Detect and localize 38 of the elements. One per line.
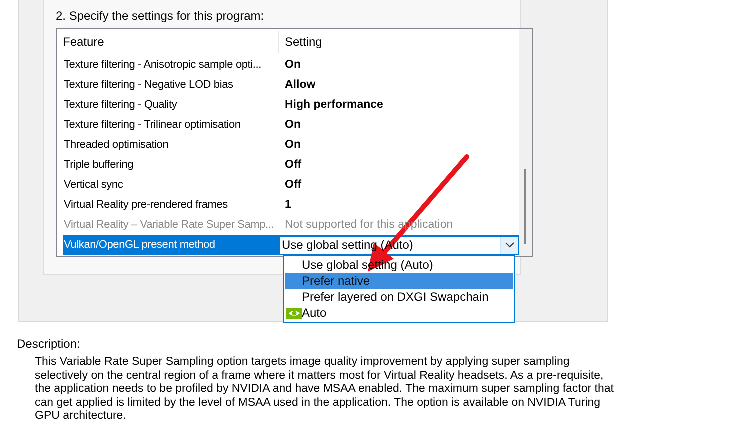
feature-name: Threaded optimisation: [63, 139, 170, 151]
feature-name: Vertical sync: [63, 179, 124, 191]
setting-row[interactable]: Vertical sync Off: [57, 175, 519, 195]
feature-name: Virtual Reality – Variable Rate Super Samp...: [63, 219, 276, 231]
feature-name: Texture filtering - Trilinear optimisation: [63, 119, 242, 131]
dropdown-button[interactable]: [500, 236, 518, 254]
setting-row[interactable]: Texture filtering - Negative LOD bias Allow: [57, 75, 519, 95]
feature-name: Vulkan/OpenGL present method: [63, 239, 216, 251]
setting-row[interactable]: Texture filtering - Trilinear optimisation On: [57, 115, 519, 135]
setting-value: High performance: [285, 99, 384, 111]
feature-name: Virtual Reality pre-rendered frames: [63, 199, 229, 211]
chevron-down-icon: [504, 242, 514, 248]
scrollbar[interactable]: [519, 29, 532, 256]
logo-icon: [286, 308, 302, 319]
setting-value: Allow: [285, 79, 316, 91]
setting-row[interactable]: Triple buffering Off: [57, 155, 519, 175]
dropdown-option[interactable]: Prefer native: [285, 273, 513, 289]
feature-name: Texture filtering - Quality: [63, 99, 178, 111]
setting-row[interactable]: Threaded optimisation On: [57, 135, 519, 155]
instruction-label: 2. Specify the settings for this program:: [56, 8, 266, 25]
description-label: Description:: [17, 337, 82, 351]
setting-value: Off: [285, 179, 302, 191]
feature-name: Texture filtering - Anisotropic sample opti...: [63, 59, 262, 71]
dropdown-option[interactable]: Prefer layered on DXGI Swapchain: [285, 289, 513, 305]
setting-row[interactable]: Texture filtering - Quality High performance: [57, 95, 519, 115]
setting-row[interactable]: Texture filtering - Anisotropic sample opti... On: [57, 55, 519, 75]
setting-value: On: [285, 139, 301, 151]
feature-name: Triple buffering: [63, 159, 135, 171]
setting-row[interactable]: Virtual Reality pre-rendered frames 1: [57, 195, 519, 215]
setting-value: On: [285, 119, 301, 131]
feature-name: Texture filtering - Negative LOD bias: [63, 79, 234, 91]
description-text: This Variable Rate Super Sampling option targets image quality improvement by applying super sampling selectively on the central region of a frame where it matters most for Virtual Reality headsets. As a pre-requisite, the application needs to be profiled by NVIDIA and have MSAA enabled. The maximum super sampling factor that can get applied is limited by the level of MSAA used in the application. The option is available on NVIDIA Turing GPU architecture.: [35, 356, 615, 424]
column-header[interactable]: Feature: [57, 31, 279, 53]
setting-value: 1: [285, 199, 292, 211]
column-header[interactable]: Setting: [279, 35, 322, 49]
setting-value: On: [285, 59, 301, 71]
dropdown-option[interactable]: Auto: [285, 305, 513, 321]
setting-value: Off: [285, 159, 302, 171]
